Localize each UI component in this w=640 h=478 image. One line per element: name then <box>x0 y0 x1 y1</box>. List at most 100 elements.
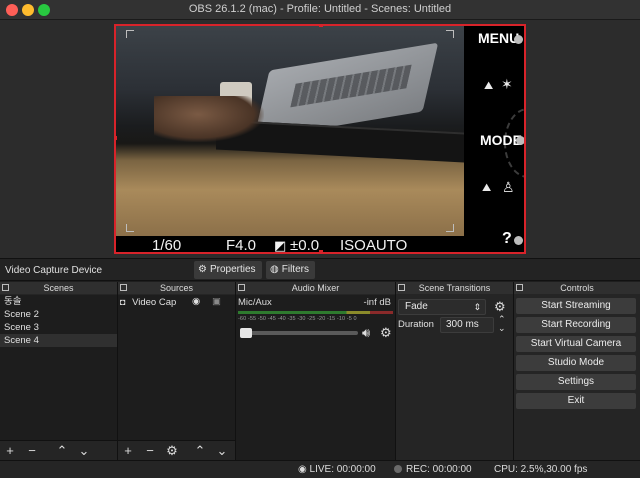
title-bar: OBS 26.1.2 (mac) - Profile: Untitled - S… <box>0 0 640 20</box>
broadcast-icon: ◉ <box>298 464 307 475</box>
live-time: LIVE: 00:00:00 <box>309 464 376 475</box>
scene-item[interactable]: Scene 3 <box>0 321 117 334</box>
osd-bottom-bar: 1/60 F4.0 ◩ ±0.0 ISOAUTO <box>116 236 464 254</box>
remove-source-button[interactable]: − <box>140 442 160 460</box>
sources-dock: Sources ◘ Video Cap ◉ ▣ + − ⚙ ⌃ ⌄ <box>118 282 236 460</box>
mixer-gear-icon[interactable]: ⚙ <box>380 325 392 341</box>
undock-icon[interactable] <box>2 284 9 291</box>
studio-mode-button[interactable]: Studio Mode <box>516 355 636 371</box>
record-indicator-icon <box>394 465 402 473</box>
settings-button[interactable]: Settings <box>516 374 636 390</box>
transition-type: Fade <box>405 301 428 312</box>
spin-down-icon[interactable]: ⌄ <box>498 323 506 334</box>
focus-corner-bl <box>126 224 134 232</box>
camera-feed-image <box>116 26 464 236</box>
transition-gear-icon[interactable]: ⚙ <box>494 299 506 315</box>
speaker-icon[interactable]: 🔊︎ <box>362 325 370 341</box>
resize-handle-left[interactable] <box>116 136 117 140</box>
undock-icon[interactable] <box>238 284 245 291</box>
transitions-dock-title: Scene Transitions <box>396 282 513 294</box>
volume-slider-track[interactable] <box>242 331 358 335</box>
scenes-dock: Scenes 동솔 Scene 2 Scene 3 Scene 4 + − ⌃ … <box>0 282 118 460</box>
start-recording-button[interactable]: Start Recording <box>516 317 636 333</box>
sources-title-label: Sources <box>159 283 194 293</box>
menu-dial-icon <box>514 35 523 44</box>
transitions-title-label: Scene Transitions <box>418 283 491 293</box>
scene-item[interactable]: 동솔 <box>0 295 117 308</box>
portrait-mode-icon: ♙ <box>502 179 515 195</box>
osd-aperture: F4.0 <box>226 237 257 254</box>
live-status: ◉ LIVE: 00:00:00 <box>298 464 376 475</box>
window-title: OBS 26.1.2 (mac) - Profile: Untitled - S… <box>188 3 452 15</box>
start-streaming-button[interactable]: Start Streaming <box>516 298 636 314</box>
osd-help-label: ? <box>502 230 512 247</box>
volume-meter <box>238 311 393 314</box>
duration-spinbox[interactable]: 300 ms <box>440 317 494 333</box>
focus-corner-tl <box>126 30 134 38</box>
source-properties-gear-icon[interactable]: ⚙ <box>162 442 182 460</box>
sources-dock-title: Sources <box>118 282 235 294</box>
camera-icon: ◘ <box>120 297 126 307</box>
start-virtual-camera-button[interactable]: Start Virtual Camera <box>516 336 636 352</box>
focus-corner-br <box>446 224 454 232</box>
mixer-title-label: Audio Mixer <box>291 283 340 293</box>
filters-icon: ◍ <box>270 264 279 275</box>
status-bar: ◉ LIVE: 00:00:00 REC: 00:00:00 CPU: 2.5%… <box>0 460 640 478</box>
scene-transitions-dock: Scene Transitions Fade ⇕ ⚙ Duration 300 … <box>396 282 514 460</box>
remove-scene-button[interactable]: − <box>22 442 42 460</box>
osd-shutter: 1/60 <box>152 237 182 254</box>
select-arrows-icon: ⇕ <box>473 302 481 312</box>
properties-button[interactable]: ⚙ Properties <box>194 261 262 279</box>
sources-footer: + − ⚙ ⌃ ⌄ <box>118 440 235 460</box>
properties-label: Properties <box>209 264 256 275</box>
lock-icon[interactable]: ▣ <box>212 295 221 309</box>
mixer-channel: Mic/Aux -inf dB -60 -55 -50 -45 -40 -35 … <box>238 297 393 340</box>
osd-iso: ISOAUTO <box>340 237 408 254</box>
controls-body: Start Streaming Start Recording Start Vi… <box>514 295 640 460</box>
move-scene-up-button[interactable]: ⌃ <box>52 442 72 460</box>
move-scene-down-button[interactable]: ⌄ <box>74 442 94 460</box>
preview-canvas[interactable]: 1/60 F4.0 ◩ ±0.0 ISOAUTO MENU ⛰ ✶ MODE ✥… <box>114 24 526 254</box>
scenes-list: 동솔 Scene 2 Scene 3 Scene 4 <box>0 295 117 440</box>
move-source-up-button[interactable]: ⌃ <box>190 442 210 460</box>
add-scene-button[interactable]: + <box>0 442 20 460</box>
channel-name: Mic/Aux <box>238 297 272 308</box>
scenes-title-label: Scenes <box>43 283 74 293</box>
hand-shape <box>154 96 264 142</box>
resize-handle-top[interactable] <box>319 26 323 27</box>
gear-icon: ⚙ <box>198 264 207 275</box>
source-name: Video Cap <box>132 297 177 308</box>
mixer-body: Mic/Aux -inf dB -60 -55 -50 -45 -40 -35 … <box>236 295 395 460</box>
audio-mixer-dock: Audio Mixer Mic/Aux -inf dB -60 -55 -50 … <box>236 282 396 460</box>
undock-icon[interactable] <box>516 284 523 291</box>
source-item[interactable]: ◘ Video Cap ◉ ▣ <box>118 295 235 309</box>
exit-button[interactable]: Exit <box>516 393 636 409</box>
controls-dock: Controls Start Streaming Start Recording… <box>514 282 640 460</box>
filters-button[interactable]: ◍ Filters <box>266 261 315 279</box>
duration-value: 300 ms <box>446 319 479 330</box>
help-dial-icon <box>514 236 523 245</box>
resize-handle-bottom[interactable] <box>319 250 323 252</box>
exposure-icon: ◩ <box>274 238 287 253</box>
scene-item-selected[interactable]: Scene 4 <box>0 334 117 347</box>
sources-list: ◘ Video Cap ◉ ▣ <box>118 295 235 440</box>
controls-title-label: Controls <box>560 283 594 293</box>
volume-slider-knob[interactable] <box>240 328 252 338</box>
visibility-eye-icon[interactable]: ◉ <box>192 295 200 309</box>
cpu-status: CPU: 2.5%,30.00 fps <box>494 464 588 475</box>
scene-item[interactable]: Scene 2 <box>0 308 117 321</box>
landscape-mode-icon: ⛰ <box>484 80 494 92</box>
rec-time: REC: 00:00:00 <box>406 464 472 475</box>
undock-icon[interactable] <box>398 284 405 291</box>
scenes-dock-title: Scenes <box>0 282 117 294</box>
selected-source-name: Video Capture Device <box>5 265 103 276</box>
duration-label: Duration <box>398 319 434 330</box>
transition-select[interactable]: Fade ⇕ <box>398 299 486 315</box>
source-toolbar: Video Capture Device ⚙ Properties ◍ Filter… <box>0 258 640 281</box>
undock-icon[interactable] <box>120 284 127 291</box>
filters-label: Filters <box>281 264 309 275</box>
add-source-button[interactable]: + <box>118 442 138 460</box>
move-source-down-button[interactable]: ⌄ <box>212 442 232 460</box>
osd-exposure: ±0.0 <box>290 237 320 254</box>
mixer-dock-title: Audio Mixer <box>236 282 395 294</box>
